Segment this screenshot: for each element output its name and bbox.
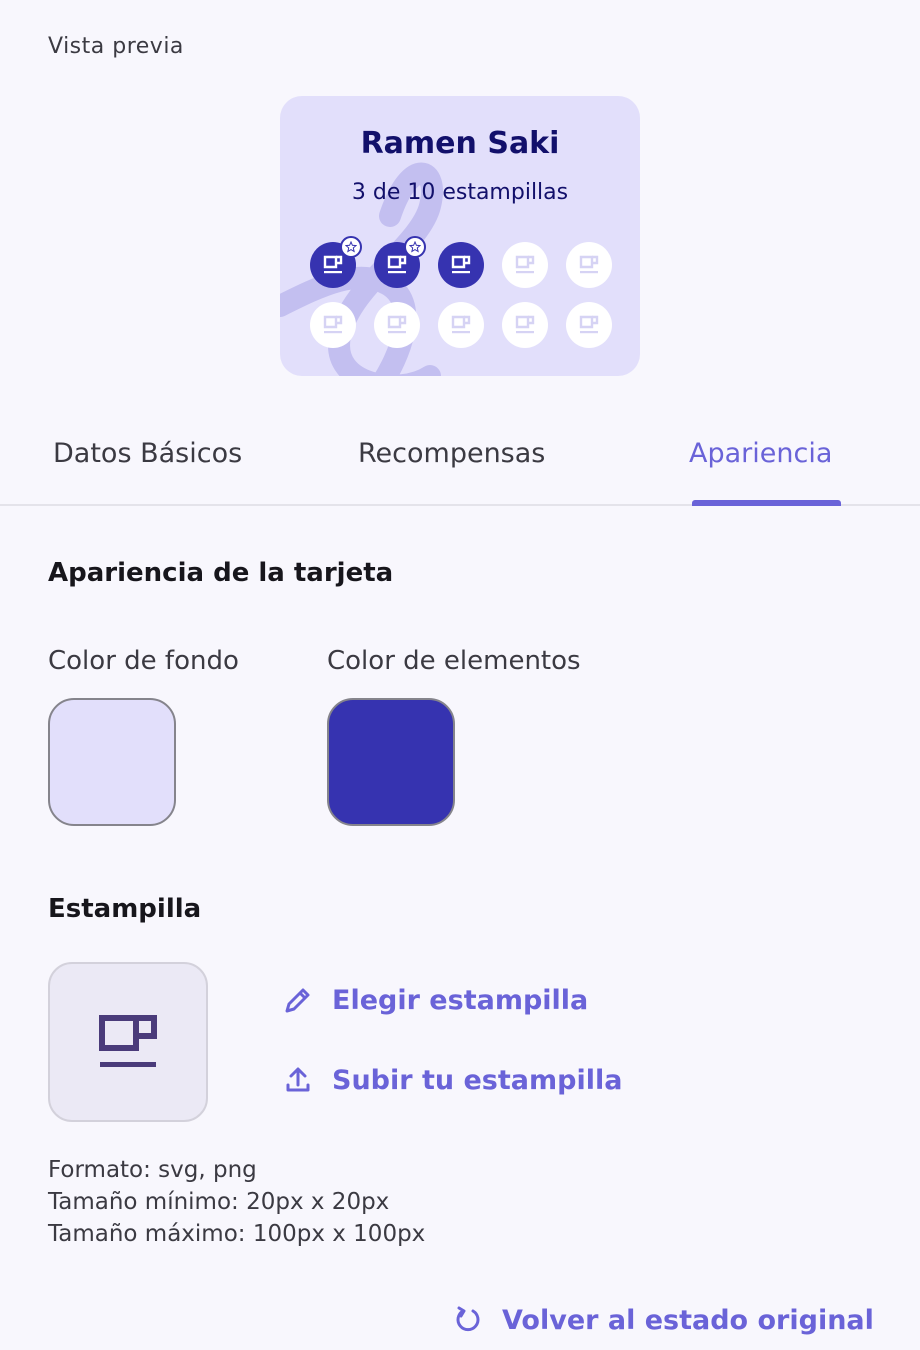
min-size-text: Tamaño mínimo: 20px x 20px (48, 1189, 390, 1215)
background-color-label: Color de fondo (48, 646, 239, 676)
stamp-empty (566, 302, 612, 348)
choose-stamp-label: Elegir estampilla (332, 984, 589, 1016)
max-size-text: Tamaño máximo: 100px x 100px (48, 1221, 426, 1247)
upload-icon (282, 1064, 314, 1096)
appearance-section-title: Apariencia de la tarjeta (48, 558, 394, 588)
card-stamp-count: 3 de 10 estampillas (351, 180, 569, 205)
reset-icon (452, 1304, 484, 1336)
stamp-filled (374, 236, 426, 288)
stamp-filled (310, 236, 362, 288)
stamp-empty (502, 242, 548, 288)
tab-bar: Datos Básicos Recompensas Apariencia (0, 420, 920, 506)
star-badge-icon (340, 236, 362, 258)
tab-recompensas[interactable]: Recompensas (358, 438, 545, 469)
tab-apariencia[interactable]: Apariencia (689, 438, 832, 469)
stamp-requirements: Formato: svg, png Tamaño mínimo: 20px x … (48, 1154, 425, 1250)
format-text: Formato: svg, png (48, 1157, 257, 1183)
preview-label: Vista previa (48, 34, 184, 59)
tab-datos-basicos[interactable]: Datos Básicos (53, 438, 242, 469)
reset-link[interactable]: Volver al estado original (452, 1304, 874, 1336)
elements-color-swatch[interactable] (327, 698, 455, 826)
card-business-name: Ramen Saki (360, 126, 560, 161)
stamp-section-title: Estampilla (48, 894, 202, 924)
background-color-swatch[interactable] (48, 698, 176, 826)
upload-stamp-link[interactable]: Subir tu estampilla (282, 1064, 622, 1096)
loyalty-card-preview: Ramen Saki 3 de 10 estampillas (280, 96, 640, 376)
star-badge-icon (404, 236, 426, 258)
pencil-icon (282, 984, 314, 1016)
stamp-empty (502, 302, 548, 348)
stamp-empty (438, 302, 484, 348)
stamp-preview (48, 962, 208, 1122)
elements-color-label: Color de elementos (327, 646, 581, 676)
choose-stamp-link[interactable]: Elegir estampilla (282, 984, 588, 1016)
coffee-cup-icon (99, 1015, 157, 1067)
reset-label: Volver al estado original (502, 1304, 874, 1336)
active-tab-indicator (692, 500, 841, 506)
stamp-empty (566, 242, 612, 288)
stamp-empty (310, 302, 356, 348)
stamp-filled (438, 242, 484, 288)
stamp-empty (374, 302, 420, 348)
upload-stamp-label: Subir tu estampilla (332, 1064, 623, 1096)
